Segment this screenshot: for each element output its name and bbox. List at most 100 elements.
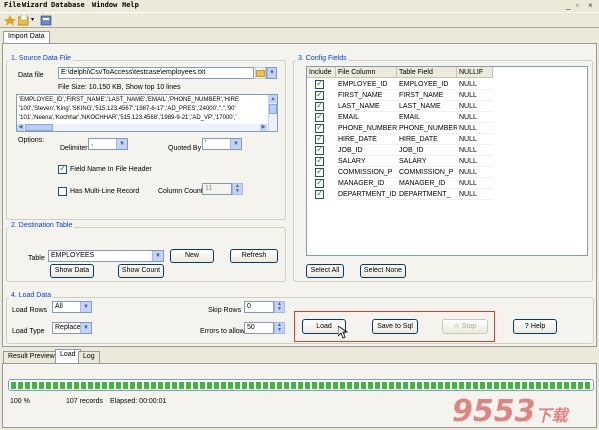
- delimiter-select[interactable]: , ▼: [88, 138, 128, 150]
- include-checkbox[interactable]: [315, 100, 324, 111]
- select-all-button[interactable]: Select All: [306, 264, 344, 278]
- data-file-input[interactable]: E:\delphi\CsvToAccess\testcase\employees…: [58, 67, 254, 79]
- multiline-record-checkbox[interactable]: [58, 187, 67, 196]
- menu-window[interactable]: Window: [92, 1, 117, 9]
- select-none-button[interactable]: Select None: [360, 264, 406, 278]
- file-column-cell[interactable]: MANAGER_ID: [336, 178, 397, 189]
- include-checkbox[interactable]: [315, 111, 324, 122]
- scroll-thumb[interactable]: [269, 104, 277, 114]
- close-icon[interactable]: ×: [588, 1, 593, 10]
- tab-result-preview[interactable]: Result Preview: [3, 351, 60, 363]
- errors-allow-spinner[interactable]: ▲ ▼: [274, 322, 285, 334]
- new-table-button[interactable]: New: [170, 249, 214, 263]
- save-to-sql-button[interactable]: Save to Sql: [372, 319, 418, 334]
- help-button[interactable]: ? Help: [513, 319, 557, 334]
- errors-allow-label: Errors to allow: [200, 328, 245, 335]
- column-count-input[interactable]: 11: [202, 183, 232, 195]
- menu-help[interactable]: Help: [122, 1, 139, 9]
- stop-button[interactable]: ⊘ Stop: [442, 319, 488, 334]
- skip-rows-spinner[interactable]: ▲ ▼: [274, 301, 285, 313]
- file-column-cell[interactable]: EMAIL: [336, 112, 397, 123]
- column-count-spinner[interactable]: ▲ ▼: [232, 183, 243, 195]
- menu-file[interactable]: File: [4, 1, 21, 9]
- load-rows-select[interactable]: All ▼: [52, 301, 92, 313]
- scroll-right-icon[interactable]: ▶: [260, 124, 267, 131]
- table-field-cell[interactable]: LAST_NAME: [397, 101, 457, 112]
- dropdown-arrow-icon[interactable]: ▾: [31, 16, 34, 23]
- browse-folder-icon[interactable]: [255, 67, 266, 79]
- tab-load[interactable]: Load: [55, 349, 81, 363]
- nullif-cell[interactable]: NULL: [457, 145, 493, 156]
- file-column-cell[interactable]: DEPARTMENT_ID: [336, 189, 397, 200]
- file-column-cell[interactable]: HIRE_DATE: [336, 134, 397, 145]
- include-checkbox[interactable]: [315, 89, 324, 100]
- nullif-cell[interactable]: NULL: [457, 156, 493, 167]
- nullif-cell[interactable]: NULL: [457, 101, 493, 112]
- table-field-cell[interactable]: PHONE_NUMBER: [397, 123, 457, 134]
- quoted-by-select[interactable]: ' ▼: [202, 138, 242, 150]
- file-column-cell[interactable]: FIRST_NAME: [336, 90, 397, 101]
- preview-hscrollbar[interactable]: ◀ ▶: [17, 124, 267, 131]
- nullif-cell[interactable]: NULL: [457, 134, 493, 145]
- include-checkbox[interactable]: [315, 188, 324, 199]
- restore-icon[interactable]: ▫: [576, 1, 579, 10]
- include-checkbox[interactable]: [315, 133, 324, 144]
- file-column-cell[interactable]: LAST_NAME: [336, 101, 397, 112]
- skip-rows-input[interactable]: 0: [244, 301, 274, 313]
- file-column-cell[interactable]: SALARY: [336, 156, 397, 167]
- table-field-cell[interactable]: HIRE_DATE: [397, 134, 457, 145]
- nullif-cell[interactable]: NULL: [457, 90, 493, 101]
- file-info-text: File Size: 10,150 KB, Show top 10 lines: [58, 84, 181, 91]
- table-field-cell[interactable]: SALARY: [397, 156, 457, 167]
- show-data-button[interactable]: Show Data: [50, 264, 94, 278]
- tab-log[interactable]: Log: [78, 351, 100, 363]
- load-type-select[interactable]: Replace ▼: [52, 322, 92, 334]
- include-checkbox[interactable]: [315, 177, 324, 188]
- database-icon[interactable]: [40, 15, 52, 26]
- refresh-button[interactable]: Refresh: [230, 249, 278, 263]
- chevron-down-icon: ▼: [80, 302, 91, 312]
- menu-database[interactable]: Database: [51, 1, 85, 9]
- preview-vscrollbar[interactable]: ▲: [268, 95, 277, 131]
- nullif-cell[interactable]: NULL: [457, 189, 493, 200]
- data-file-dropdown[interactable]: ▼: [266, 67, 277, 79]
- table-field-cell[interactable]: MANAGER_ID: [397, 178, 457, 189]
- include-checkbox[interactable]: [315, 78, 324, 89]
- table-field-cell[interactable]: EMAIL: [397, 112, 457, 123]
- include-checkbox[interactable]: [315, 144, 324, 155]
- nullif-cell[interactable]: NULL: [457, 123, 493, 134]
- nullif-cell[interactable]: NULL: [457, 112, 493, 123]
- file-column-cell[interactable]: COMMISSION_P: [336, 167, 397, 178]
- wizard-icon[interactable]: [4, 15, 16, 26]
- menu-wizard[interactable]: Wizard: [22, 1, 47, 9]
- chevron-down-icon: ▼: [267, 68, 276, 78]
- load-rows-label: Load Rows: [12, 307, 48, 314]
- show-count-button[interactable]: Show Count: [118, 264, 164, 278]
- scroll-up-icon[interactable]: ▲: [269, 95, 277, 103]
- table-field-cell[interactable]: COMMISSION_P: [397, 167, 457, 178]
- table-select[interactable]: EMPLOYEES ▼: [48, 250, 164, 262]
- include-checkbox[interactable]: [315, 155, 324, 166]
- table-field-cell[interactable]: DEPARTMENT_: [397, 189, 457, 200]
- file-column-cell[interactable]: EMPLOYEE_ID: [336, 79, 397, 90]
- data-file-label: Data file: [18, 72, 44, 79]
- nullif-cell[interactable]: NULL: [457, 79, 493, 90]
- scroll-thumb-horizontal[interactable]: [25, 124, 53, 131]
- errors-allow-input[interactable]: 50: [244, 322, 274, 334]
- table-field-cell[interactable]: JOB_ID: [397, 145, 457, 156]
- tab-import-data[interactable]: Import Data: [3, 31, 50, 43]
- include-checkbox[interactable]: [315, 166, 324, 177]
- include-checkbox[interactable]: [315, 122, 324, 133]
- minimize-icon[interactable]: _: [566, 1, 570, 10]
- table-label: Table: [28, 255, 45, 262]
- open-file-icon[interactable]: [18, 15, 30, 26]
- nullif-cell[interactable]: NULL: [457, 167, 493, 178]
- file-column-cell[interactable]: PHONE_NUMBER: [336, 123, 397, 134]
- field-name-header-checkbox[interactable]: [58, 163, 67, 174]
- options-label: Options:: [18, 137, 45, 144]
- table-field-cell[interactable]: FIRST_NAME: [397, 90, 457, 101]
- file-column-cell[interactable]: JOB_ID: [336, 145, 397, 156]
- table-field-cell[interactable]: EMPLOYEE_ID: [397, 79, 457, 90]
- scroll-left-icon[interactable]: ◀: [17, 124, 24, 131]
- nullif-cell[interactable]: NULL: [457, 178, 493, 189]
